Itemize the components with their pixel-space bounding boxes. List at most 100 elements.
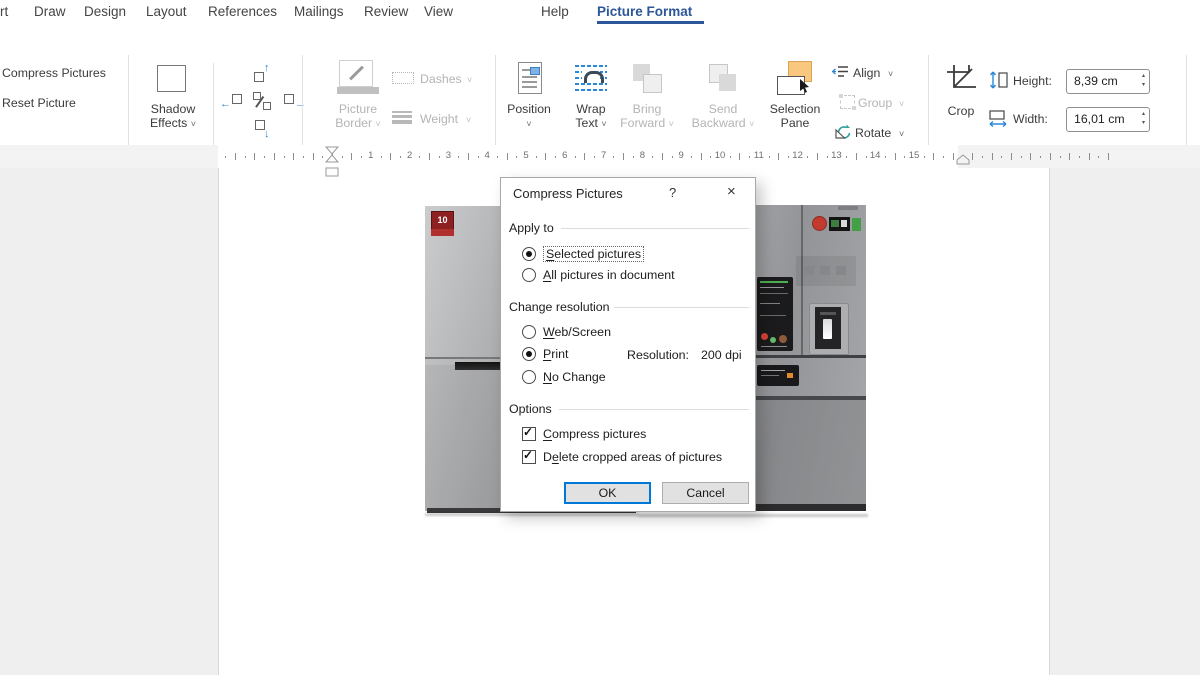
radio-label: No Change [543,370,606,384]
ruler-number: 5 [520,150,532,161]
arrow-down-icon: ↓ [264,129,270,140]
tab-layout[interactable]: Layout [146,4,187,19]
tab-mailings[interactable]: Mailings [294,4,344,19]
cursor-arrow-icon [799,79,811,94]
radio-all-pictures[interactable]: All pictures in document [522,268,675,282]
spinner-up-icon[interactable]: ▴ [1142,73,1145,79]
help-button[interactable]: ? [669,185,676,200]
ruler-dot [342,156,343,158]
ruler-dot [536,156,537,158]
group-divider [559,409,749,410]
rotate-icon [833,124,851,140]
spinner-up-icon[interactable]: ▴ [1142,111,1145,117]
tab-design[interactable]: Design [84,4,126,19]
label-mnemonic: N [543,370,552,384]
radio-print[interactable]: Print [522,347,568,361]
wrap-arch-icon [582,69,600,82]
apply-to-group-label: Apply to [509,221,554,235]
fridge-water-dispenser [809,303,849,355]
dropdown-arrow-icon: ˅ [601,119,606,129]
picture-border-label-1: Picture [339,102,377,116]
radio-button-icon[interactable] [522,268,536,282]
group-divider [614,307,749,308]
radio-no-change[interactable]: No Change [522,370,606,384]
ruler-tick [1108,153,1109,160]
group-divider [561,228,749,229]
ruler-tick [992,153,993,160]
ruler-number: 2 [404,150,416,161]
position-label: Position ˅ [499,102,559,130]
ruler-dot [866,156,867,158]
ruler-number: 10 [714,150,726,161]
ruler-tick [623,153,624,160]
radio-button-icon[interactable] [522,347,536,361]
align-icon [832,64,849,79]
indent-marker[interactable] [325,146,339,179]
tab-draw[interactable]: Draw [34,4,66,19]
ruler[interactable]: 123456789101112131415 [0,145,1200,168]
cancel-button[interactable]: Cancel [662,482,749,504]
position-icon [518,62,542,94]
width-input[interactable]: 16,01 cm ▴ ▾ [1066,107,1150,132]
compress-pictures-button[interactable]: Compress Pictures [2,66,106,80]
send-backward-label: Send Backward ˅ [689,102,757,130]
tab-references[interactable]: References [208,4,277,19]
ruler-dot [710,156,711,158]
right-indent-marker[interactable] [955,154,971,166]
tab-insert-partial[interactable]: rt [0,4,8,19]
ruler-tick [817,153,818,160]
nudge-square-icon [254,72,264,82]
fridge-mini-display [829,217,850,231]
checkbox-compress-pictures[interactable]: ✓ Compress pictures [522,427,646,441]
ribbon: Compress Pictures Reset Picture st Shado… [0,25,1200,143]
ruler-dot [788,156,789,158]
spinner-down-icon[interactable]: ▾ [1142,82,1145,88]
weight-icon [392,115,412,118]
label-mnemonic: W [543,325,554,339]
ruler-dot [827,156,828,158]
height-input[interactable]: 8,39 cm ▴ ▾ [1066,69,1150,94]
tab-review[interactable]: Review [364,4,408,19]
pencil-icon [349,66,364,81]
checkbox-delete-cropped[interactable]: ✓ Delete cropped areas of pictures [522,450,722,464]
checkbox-icon[interactable]: ✓ [522,427,536,441]
ruler-tick [1011,153,1012,160]
radio-button-icon[interactable] [522,247,536,261]
shadow-effects-label-2: Effects [150,116,187,130]
shadow-effects-button[interactable]: Shadow Effects ˅ [142,102,204,130]
ruler-number: 9 [675,150,687,161]
ruler-dot [672,156,673,158]
height-label: Height: [1013,74,1052,88]
ruler-dot [691,156,692,158]
resolution-value: 200 dpi [701,348,742,362]
radio-selected-pictures[interactable]: Selected pictures [522,246,644,262]
send-backward-icon [719,74,736,91]
bring-forward-icon [643,74,662,93]
ruler-number: 4 [481,150,493,161]
width-icon [988,109,1008,127]
spinner-down-icon[interactable]: ▾ [1142,120,1145,126]
ruler-dot [769,156,770,158]
radio-web-screen[interactable]: Web/Screen [522,325,611,339]
ruler-dot [381,156,382,158]
tab-help[interactable]: Help [541,4,569,19]
ruler-dot [885,156,886,158]
close-icon[interactable]: × [727,183,736,200]
ruler-tick [953,153,954,160]
dialog-titlebar[interactable]: Compress Pictures ? × [501,178,755,208]
tab-picture-format[interactable]: Picture Format [597,4,692,19]
ruler-dot [245,156,246,158]
radio-button-icon[interactable] [522,325,536,339]
checkbox-icon[interactable]: ✓ [522,450,536,464]
ruler-dot [497,156,498,158]
tab-view[interactable]: View [424,4,453,19]
ruler-tick [1030,153,1031,160]
radio-button-icon[interactable] [522,370,536,384]
reset-picture-button[interactable]: Reset Picture [2,96,76,110]
ruler-dot [303,156,304,158]
weight-icon [392,111,412,113]
ruler-dot [458,156,459,158]
ruler-tick [584,153,585,160]
ruler-tick [293,153,294,160]
ok-button[interactable]: OK [564,482,651,504]
